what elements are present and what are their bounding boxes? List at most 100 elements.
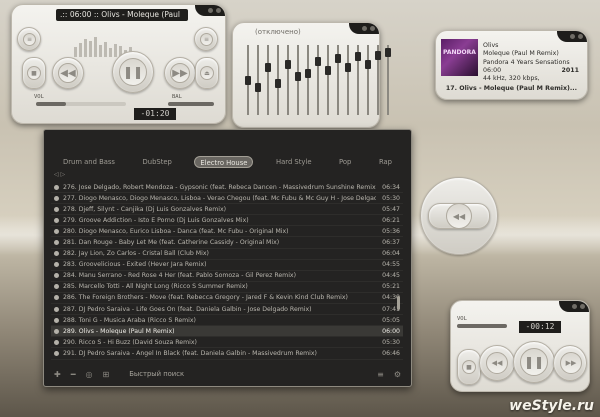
eq-knob[interactable] bbox=[315, 57, 321, 67]
playlist-row[interactable]: 279. Groove Addiction - Isto E Porno (Dj… bbox=[51, 215, 403, 227]
tab-drum-and-bass[interactable]: Drum and Bass bbox=[58, 156, 120, 168]
track-title: 287. DJ Pedro Saraiva - Life Goes On (fe… bbox=[63, 305, 312, 313]
volume-slider[interactable] bbox=[457, 324, 507, 328]
close-dot[interactable] bbox=[216, 8, 221, 13]
eq-knob[interactable] bbox=[305, 69, 311, 79]
track-duration: 06:00 bbox=[382, 327, 400, 335]
playlist-row[interactable]: 288. Toni G - Musica Araba (Ricco S Remi… bbox=[51, 315, 403, 327]
playlist-button[interactable]: ≡ bbox=[17, 27, 41, 51]
playlist-row[interactable]: 281. Dan Rouge - Baby Let Me (feat. Cath… bbox=[51, 237, 403, 249]
eq-knob[interactable] bbox=[245, 75, 251, 85]
playlist-row[interactable]: 285. Marcello Totti - All Night Long (Ri… bbox=[51, 282, 403, 293]
prev-button[interactable]: ◀◀ bbox=[479, 345, 515, 381]
track-duration: 04:45 bbox=[382, 272, 400, 280]
sort-icon[interactable]: ≡ bbox=[377, 370, 384, 379]
eq-knob[interactable] bbox=[335, 54, 341, 64]
eq-knob[interactable] bbox=[375, 51, 381, 61]
track-title: 277. Diogo Menasco, Diogo Menasco, Lisbo… bbox=[63, 194, 376, 202]
eq-button[interactable]: ≡ bbox=[194, 27, 218, 51]
tab-rap[interactable]: Rap bbox=[374, 156, 397, 168]
eq-track bbox=[267, 45, 269, 115]
eq-band-slider[interactable] bbox=[385, 45, 391, 115]
eq-band-slider[interactable] bbox=[295, 45, 301, 115]
eq-band-slider[interactable] bbox=[335, 45, 341, 115]
minimize-dot[interactable] bbox=[208, 8, 213, 13]
track-title: 282. Jay Lion, Zo Carlos - Cristal Ball … bbox=[63, 250, 209, 258]
stop-button[interactable]: ■ bbox=[22, 57, 46, 89]
eq-knob[interactable] bbox=[255, 82, 261, 92]
remove-icon[interactable]: ━ bbox=[71, 370, 76, 379]
track-title: 285. Marcello Totti - All Night Long (Ri… bbox=[63, 283, 248, 291]
playlist-row[interactable]: 276. Jose Delgado, Robert Mendoza - Gyps… bbox=[51, 182, 403, 194]
eq-band-slider[interactable] bbox=[255, 45, 261, 115]
playlist-row[interactable]: 283. Groovelicious - Exited (Hever Jara … bbox=[51, 260, 403, 271]
stop-button[interactable]: ■ bbox=[457, 349, 481, 385]
playlist-row[interactable]: 277. Diogo Menasco, Diogo Menasco, Lisbo… bbox=[51, 193, 403, 205]
playlist-row[interactable]: 289. Olivs - Moleque (Paul M Remix) 06:00 bbox=[51, 326, 403, 338]
playlist-scrollbar[interactable] bbox=[397, 296, 400, 310]
eq-band-slider[interactable] bbox=[305, 45, 311, 115]
stop-icon: ■ bbox=[462, 360, 476, 374]
quick-search-label[interactable]: Быстрый поиск bbox=[129, 370, 184, 378]
minimize-dot[interactable] bbox=[570, 34, 575, 39]
minimize-dot[interactable] bbox=[572, 304, 577, 309]
spectrum-bar bbox=[74, 47, 77, 57]
track-title: 286. The Foreign Brothers - Move (feat. … bbox=[63, 294, 348, 302]
settings-icon[interactable]: ⚙ bbox=[394, 370, 401, 379]
now-playing-footer: 17. Olivs - Moleque (Paul M Remix)... bbox=[445, 85, 578, 92]
rewind-icon[interactable]: ◀◀ bbox=[446, 203, 472, 229]
eq-band-slider[interactable] bbox=[265, 45, 271, 115]
close-dot[interactable] bbox=[370, 26, 375, 31]
playlist-nav[interactable]: ◁ ▷ bbox=[54, 171, 65, 178]
tab-pop[interactable]: Pop bbox=[334, 156, 356, 168]
eq-knob[interactable] bbox=[385, 48, 391, 58]
pause-button[interactable]: ❚❚ bbox=[513, 341, 555, 383]
eq-band-slider[interactable] bbox=[345, 45, 351, 115]
eq-band-slider[interactable] bbox=[315, 45, 321, 115]
artist: Olivs bbox=[483, 42, 499, 49]
playlist-row[interactable]: 284. Manu Serrano - Red Rose 4 Her (feat… bbox=[51, 271, 403, 282]
window-corner bbox=[559, 301, 589, 312]
minimize-dot[interactable] bbox=[362, 26, 367, 31]
close-dot[interactable] bbox=[578, 34, 583, 39]
tab-hard-style[interactable]: Hard Style bbox=[271, 156, 317, 168]
mini-player: .:: 06:00 :: Olivs - Moleque (Paul ≡ ≡ ◀… bbox=[11, 4, 226, 124]
playlist-row[interactable]: 282. Jay Lion, Zo Carlos - Cristal Ball … bbox=[51, 249, 403, 260]
eq-knob[interactable] bbox=[265, 63, 271, 73]
eq-knob[interactable] bbox=[275, 78, 281, 88]
eq-knob[interactable] bbox=[295, 72, 301, 82]
playlist-row[interactable]: 290. Ricco S - Hi Buzz (David Souza Remi… bbox=[51, 337, 403, 349]
eq-knob[interactable] bbox=[285, 60, 291, 70]
track-duration: 06:21 bbox=[382, 216, 400, 224]
track-duration: 05:30 bbox=[382, 194, 400, 202]
eq-band-slider[interactable] bbox=[285, 45, 291, 115]
balance-slider[interactable] bbox=[168, 102, 214, 106]
misc-icon[interactable]: ⊞ bbox=[103, 370, 110, 379]
add-icon[interactable]: ✚ bbox=[54, 370, 61, 379]
playlist-row[interactable]: 278. Djeff, Silynt - Canjika (Dj Luis Go… bbox=[51, 204, 403, 216]
playlist-row[interactable]: 286. The Foreign Brothers - Move (feat. … bbox=[51, 293, 403, 305]
eq-knob[interactable] bbox=[325, 66, 331, 76]
playlist-row[interactable]: 291. DJ Pedro Saraiva - Angel In Black (… bbox=[51, 348, 403, 360]
tab-dubstep[interactable]: DubStep bbox=[138, 156, 177, 168]
prev-icon: ◀◀ bbox=[58, 63, 78, 83]
eq-knob[interactable] bbox=[365, 60, 371, 70]
eq-band-slider[interactable] bbox=[325, 45, 331, 115]
next-button[interactable]: ▶▶ bbox=[164, 57, 196, 89]
eq-band-slider[interactable] bbox=[275, 45, 281, 115]
playlist-row[interactable]: 287. DJ Pedro Saraiva - Life Goes On (fe… bbox=[51, 304, 403, 316]
eq-knob[interactable] bbox=[355, 52, 361, 62]
eject-button[interactable]: ⏏ bbox=[195, 57, 219, 89]
close-dot[interactable] bbox=[580, 304, 585, 309]
playlist-row[interactable]: 280. Diogo Menasco, Eurico Lisboa - Danc… bbox=[51, 226, 403, 238]
next-button[interactable]: ▶▶ bbox=[553, 345, 587, 381]
pause-button[interactable]: ❚❚ bbox=[112, 51, 154, 93]
eq-band-slider[interactable] bbox=[245, 45, 251, 115]
eq-band-slider[interactable] bbox=[355, 45, 361, 115]
eq-band-slider[interactable] bbox=[375, 45, 381, 115]
eq-band-slider[interactable] bbox=[365, 45, 371, 115]
prev-button[interactable]: ◀◀ bbox=[52, 57, 84, 89]
tab-electro-house[interactable]: Electro House bbox=[194, 156, 254, 168]
eq-knob[interactable] bbox=[345, 63, 351, 73]
select-icon[interactable]: ◎ bbox=[86, 370, 93, 379]
